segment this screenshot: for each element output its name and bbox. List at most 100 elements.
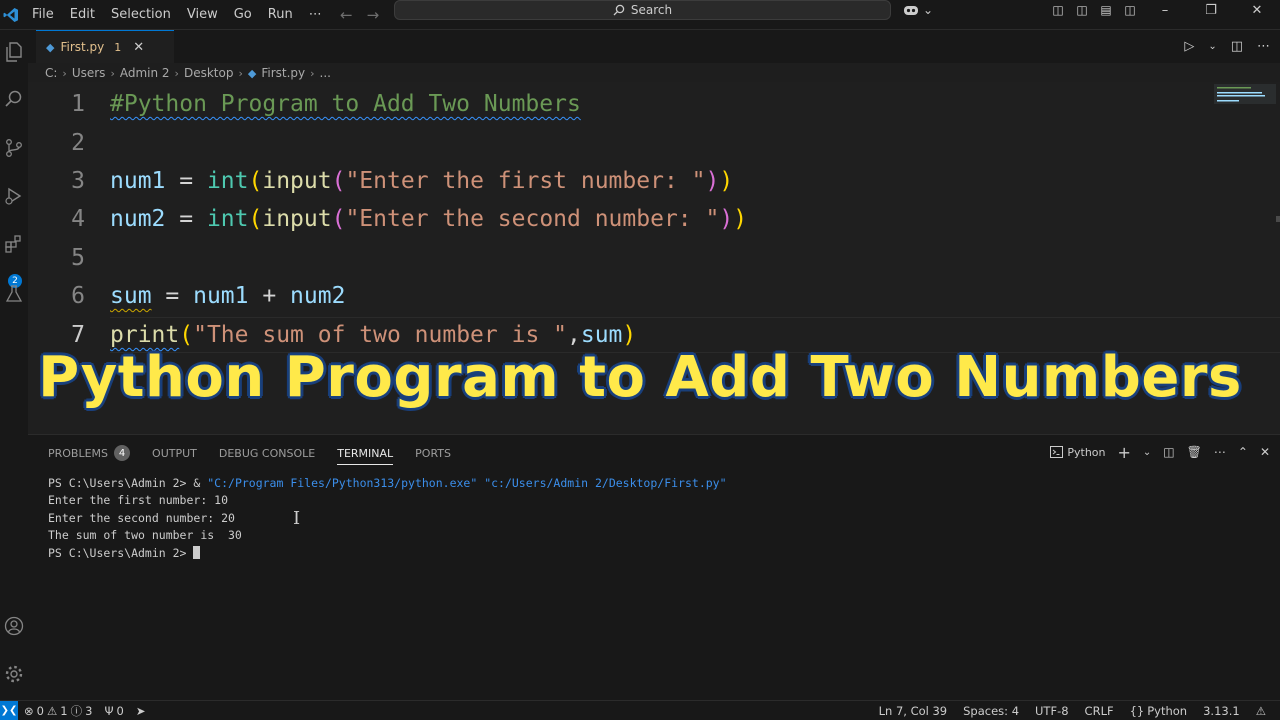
code-token: input [262,206,332,232]
close-icon[interactable]: ✕ [133,40,144,55]
code-token: ( [248,168,263,194]
account-icon[interactable] [0,612,28,640]
code-line: 2 [28,124,1208,162]
cursor-position[interactable]: Ln 7, Col 39 [879,704,948,718]
code-token: num1 [110,168,166,194]
menu-run[interactable]: Run [260,7,301,22]
language-mode[interactable]: {} Python [1130,704,1188,718]
search-icon[interactable] [0,85,28,113]
source-control-icon[interactable] [0,134,28,162]
close-window-button[interactable]: ✕ [1234,0,1280,20]
error-count: 0 [36,703,44,718]
code-comment: #Python Program to Add Two Numbers [110,91,581,117]
code-line: 1 #Python Program to Add Two Numbers [28,85,1208,123]
terminal-command: "C:/Program Files/Python313/python.exe" … [207,476,727,490]
chevron-down-icon[interactable]: ⌄ [1143,447,1151,458]
vscode-logo-icon [0,4,22,26]
breadcrumb-item[interactable]: Admin 2 [120,66,170,80]
breadcrumb-item[interactable]: C: [45,66,57,80]
bottom-panel: PROBLEMS 4 OUTPUT DEBUG CONSOLE TERMINAL … [28,434,1280,700]
terminal-line: Enter the second number: 20 [48,510,235,525]
terminal-line: Enter the first number: 10 [48,493,229,508]
toggle-secondary-sidebar-icon[interactable]: ◫ [1118,1,1142,19]
tab-problems[interactable]: PROBLEMS 4 [48,445,131,461]
close-icon[interactable]: ✕ [1260,445,1270,459]
split-terminal-icon[interactable]: ◫ [1163,445,1174,459]
back-arrow-icon[interactable]: ← [340,6,353,24]
menu-edit[interactable]: Edit [62,7,103,22]
breadcrumb-item[interactable]: Users [72,66,106,80]
menu-go[interactable]: Go [226,7,260,22]
terminal-prompt: PS C:\Users\Admin 2> [48,545,194,560]
menu-more[interactable]: ⋯ [301,7,330,22]
menu-selection[interactable]: Selection [103,7,179,22]
minimap[interactable] [1214,84,1276,104]
scrollbar-marker [1276,216,1280,222]
tab-ports[interactable]: PORTS [415,447,451,460]
encoding[interactable]: UTF-8 [1035,704,1069,718]
menu-view[interactable]: View [179,7,226,22]
files-icon[interactable] [0,38,28,66]
play-icon[interactable]: ▷ [1184,39,1194,54]
debug-run-icon[interactable]: ➤ [136,704,146,718]
indentation[interactable]: Spaces: 4 [963,704,1019,718]
terminal-profile[interactable]: Python [1050,446,1106,459]
toggle-primary-sidebar-icon[interactable]: ◫ [1070,1,1094,19]
python-version[interactable]: 3.13.1 [1203,704,1240,718]
overlay-title: Python Program to Add Two Numbers [38,345,1242,410]
remote-indicator-icon[interactable]: ❯❮ [0,700,18,720]
line-ending[interactable]: CRLF [1085,704,1114,718]
forward-arrow-icon[interactable]: → [367,6,380,24]
toggle-panel-icon[interactable]: ▤ [1094,1,1118,19]
code-token: sum [110,283,152,309]
breadcrumb-item[interactable]: First.py [261,66,305,80]
minimize-button[interactable]: – [1142,0,1188,20]
tab-terminal[interactable]: TERMINAL [337,447,393,465]
language-label: Python [1147,704,1188,718]
terminal-output[interactable]: PS C:\Users\Admin 2> & "C:/Program Files… [48,475,727,562]
extensions-icon[interactable] [0,230,28,258]
maximize-icon[interactable]: ⌃ [1238,445,1248,459]
copilot-button[interactable]: ⌄ [903,0,933,20]
code-token: ) [719,206,734,232]
breadcrumb: C: › Users › Admin 2 › Desktop › ◆ First… [45,64,331,82]
split-editor-icon[interactable]: ◫ [1231,39,1243,54]
tab-debug-console[interactable]: DEBUG CONSOLE [219,447,315,460]
code-token: num2 [290,283,346,309]
ports-status[interactable]: Ψ0 [104,704,123,718]
chevron-down-icon: ⌄ [923,3,934,17]
settings-gear-icon[interactable] [0,660,28,688]
error-icon: ⊗ [24,703,34,718]
terminal-line: The sum of two number is 30 [48,528,242,543]
restore-button[interactable]: ❐ [1188,0,1234,20]
status-left: ⊗ 0 ⚠ 1 ⓘ 3 Ψ0 ➤ [24,703,145,719]
menu-file[interactable]: File [24,7,62,22]
breadcrumb-item[interactable]: ... [320,66,331,80]
more-icon[interactable]: ⋯ [1257,39,1270,54]
problems-status[interactable]: ⊗ 0 ⚠ 1 ⓘ 3 [24,703,92,719]
code-token: num1 [193,283,249,309]
editor-actions: ▷ ⌄ ◫ ⋯ [1184,30,1270,63]
tab-first-py[interactable]: ◆ First.py 1 ✕ [36,30,174,63]
plus-icon[interactable]: + [1118,443,1131,462]
title-bar: File Edit Selection View Go Run ⋯ ← → Se… [0,0,1280,30]
more-icon[interactable]: ⋯ [1214,445,1226,459]
panel-actions: Python + ⌄ ◫ 🗑 ⋯ ⌃ ✕ [1050,441,1270,463]
tab-problem-count: 1 [114,40,122,54]
editor-tabs: ◆ First.py 1 ✕ ▷ ⌄ ◫ ⋯ [28,30,1280,63]
trash-icon[interactable]: 🗑 [1187,445,1202,459]
code-line: 6 sum = num1 + num2 [28,277,1208,315]
broadcast-icon: Ψ [104,703,114,718]
testing-icon[interactable] [0,280,28,308]
run-debug-icon[interactable] [0,182,28,210]
search-label: Search [630,3,673,17]
tab-output[interactable]: OUTPUT [152,447,197,460]
bell-icon[interactable]: ⚠ [1256,704,1266,718]
panel-tabs: PROBLEMS 4 OUTPUT DEBUG CONSOLE TERMINAL … [48,443,451,465]
code-token: ) [705,168,720,194]
info-count: 3 [85,703,93,718]
command-center-search[interactable]: Search [394,0,891,20]
chevron-down-icon[interactable]: ⌄ [1208,41,1216,52]
breadcrumb-item[interactable]: Desktop [184,66,234,80]
customize-layout-icon[interactable]: ◫ [1046,1,1070,19]
